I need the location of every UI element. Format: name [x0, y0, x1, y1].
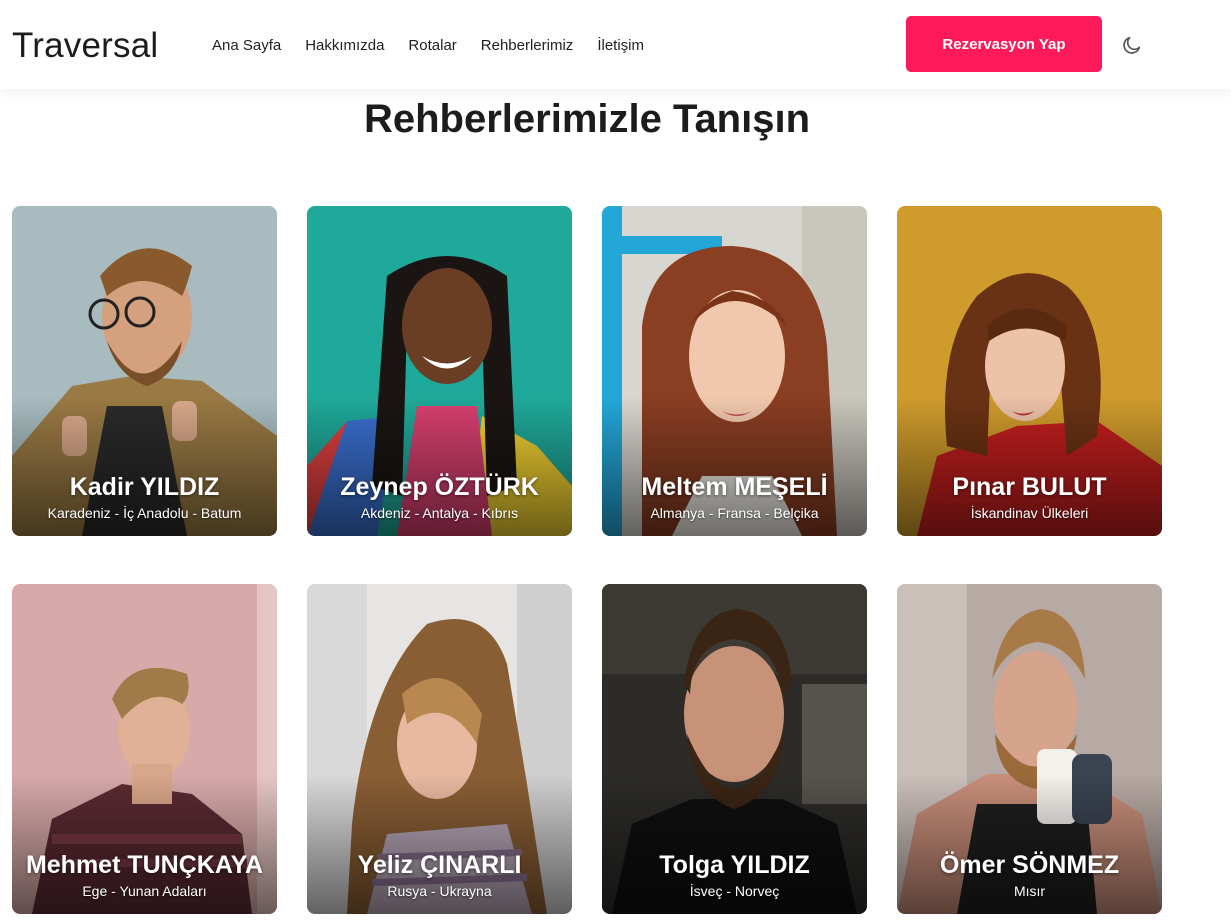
nav-link-contact[interactable]: İletişim: [597, 36, 644, 56]
guide-region: Almanya - Fransa - Belçika: [650, 505, 819, 521]
nav-link-guides[interactable]: Rehberlerimiz: [481, 36, 574, 56]
guide-region: Akdeniz - Antalya - Kıbrıs: [360, 505, 519, 521]
reservation-button[interactable]: Rezervasyon Yap: [906, 16, 1102, 72]
guide-card[interactable]: Meltem MEŞELİ Almanya - Fransa - Belçika: [602, 206, 867, 536]
guide-card[interactable]: Pınar BULUT İskandinav Ülkeleri: [897, 206, 1162, 536]
guide-name: Tolga YILDIZ: [659, 851, 810, 879]
guide-card[interactable]: Yeliz ÇINARLI Rusya - Ukrayna: [307, 584, 572, 914]
guide-name: Ömer SÖNMEZ: [939, 851, 1120, 879]
guide-name: Meltem MEŞELİ: [641, 473, 828, 501]
guide-card[interactable]: Ömer SÖNMEZ Mısır: [897, 584, 1162, 914]
section-title: Rehberlerimizle Tanışın: [363, 97, 811, 141]
guide-name: Yeliz ÇINARLI: [357, 851, 522, 879]
guide-region: İsveç - Norveç: [689, 883, 780, 899]
guide-card[interactable]: Tolga YILDIZ İsveç - Norveç: [602, 584, 867, 914]
guide-region: Ege - Yunan Adaları: [82, 883, 207, 899]
guide-region: Karadeniz - İç Anadolu - Batum: [47, 505, 242, 521]
guide-name: Pınar BULUT: [952, 473, 1107, 501]
site-header: Traversal Ana Sayfa Hakkımızda Rotalar R…: [0, 0, 1231, 89]
moon-icon[interactable]: [1120, 33, 1144, 57]
nav-link-routes[interactable]: Rotalar: [408, 36, 456, 56]
guide-card[interactable]: Mehmet TUNÇKAYA Ege - Yunan Adaları: [12, 584, 277, 914]
guide-name: Zeynep ÖZTÜRK: [340, 473, 539, 501]
nav-link-home[interactable]: Ana Sayfa: [212, 36, 281, 56]
nav-link-about[interactable]: Hakkımızda: [305, 36, 384, 56]
guide-card[interactable]: Zeynep ÖZTÜRK Akdeniz - Antalya - Kıbrıs: [307, 206, 572, 536]
guide-region: İskandinav Ülkeleri: [970, 505, 1089, 521]
guide-region: Rusya - Ukrayna: [387, 883, 492, 899]
guide-name: Kadir YILDIZ: [69, 473, 220, 501]
main-nav: Ana Sayfa Hakkımızda Rotalar Rehberlerim…: [212, 36, 668, 56]
site-logo[interactable]: Traversal: [12, 26, 158, 66]
guide-card[interactable]: Kadir YILDIZ Karadeniz - İç Anadolu - Ba…: [12, 206, 277, 536]
guide-name: Mehmet TUNÇKAYA: [25, 851, 264, 879]
guide-region: Mısır: [1013, 883, 1046, 899]
